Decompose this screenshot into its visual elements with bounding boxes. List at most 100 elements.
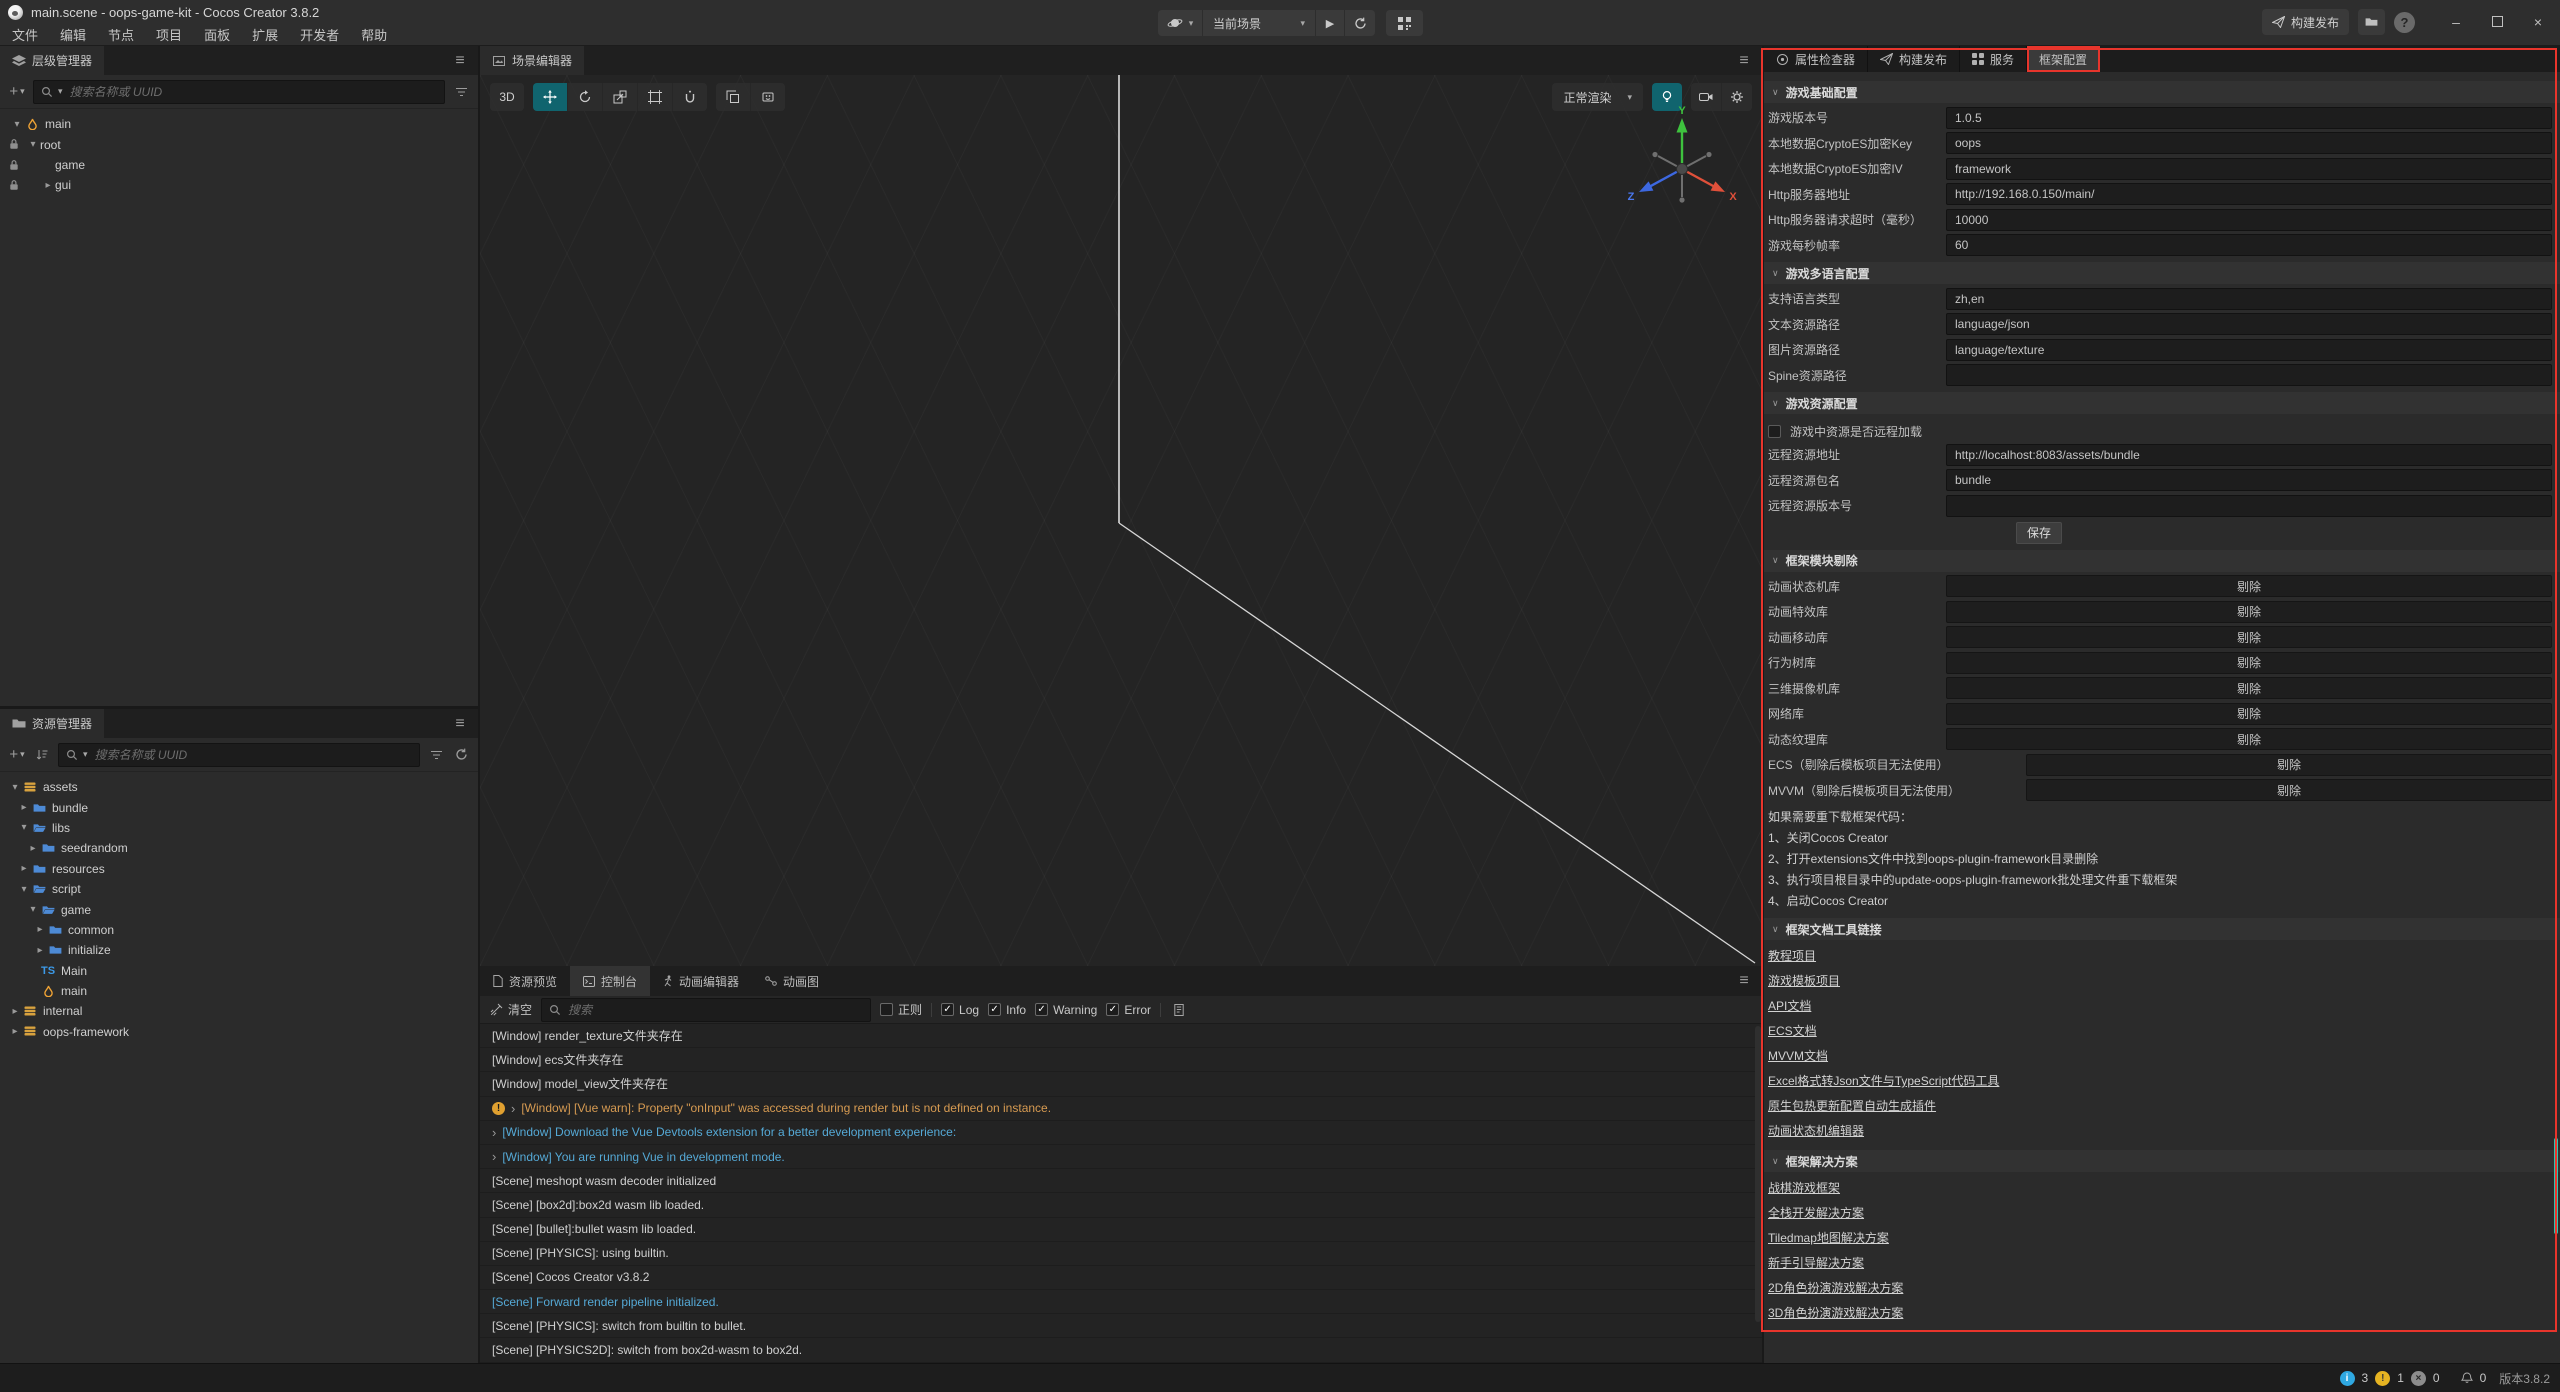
http-server-input[interactable] xyxy=(1946,183,2552,205)
filter-button[interactable] xyxy=(452,81,470,103)
chevron-down-icon[interactable] xyxy=(17,884,31,895)
bell-icon[interactable] xyxy=(2461,1372,2473,1385)
section-doc-links[interactable]: 框架文档工具链接 xyxy=(1764,918,2560,940)
info-count-icon[interactable]: i xyxy=(2340,1371,2355,1386)
remove-module-button[interactable]: 剔除 xyxy=(1946,575,2552,597)
window-maximize-button[interactable] xyxy=(2481,14,2513,30)
chevron-right-icon[interactable] xyxy=(17,802,31,813)
gizmo-display-button[interactable] xyxy=(750,83,785,111)
open-project-folder-button[interactable] xyxy=(2358,9,2385,35)
chevron-down-icon[interactable] xyxy=(26,139,40,150)
console-search[interactable] xyxy=(541,998,871,1022)
remove-module-button[interactable]: 剔除 xyxy=(1946,728,2552,750)
expand-icon[interactable] xyxy=(511,1101,515,1116)
chevron-right-icon[interactable] xyxy=(8,1006,22,1017)
menu-panel[interactable]: 面板 xyxy=(193,25,241,44)
console-clear-button[interactable]: 清空 xyxy=(490,1001,532,1018)
asset-node-oops-framework[interactable]: oops-framework xyxy=(0,1022,478,1042)
expand-icon[interactable] xyxy=(492,1149,496,1164)
chevron-down-icon[interactable] xyxy=(17,822,31,833)
expand-icon[interactable] xyxy=(492,1125,496,1140)
chevron-down-icon[interactable] xyxy=(8,782,22,793)
panel-menu-button[interactable] xyxy=(1726,966,1762,996)
tab-animation-editor[interactable]: 动画编辑器 xyxy=(650,966,752,996)
console-message[interactable]: [Scene] [PHYSICS]: using builtin. xyxy=(480,1242,1762,1266)
link-strategy-framework[interactable]: 战棋游戏框架 xyxy=(1768,1176,1840,1201)
scale-tool-button[interactable] xyxy=(602,83,637,111)
orientation-gizmo[interactable]: Y X Z xyxy=(1622,105,1742,225)
chevron-right-icon[interactable] xyxy=(33,945,47,956)
tab-animation-graph[interactable]: 动画图 xyxy=(752,966,832,996)
image-res-path-input[interactable] xyxy=(1946,339,2552,361)
move-tool-button[interactable] xyxy=(533,83,567,111)
filter-warning-checkbox[interactable]: Warning xyxy=(1035,1003,1097,1017)
section-game-resources[interactable]: 游戏资源配置 xyxy=(1764,392,2560,414)
link-ecs-docs[interactable]: ECS文档 xyxy=(1768,1019,1817,1044)
build-publish-button[interactable]: 构建发布 xyxy=(2262,9,2349,35)
panel-menu-button[interactable] xyxy=(1726,46,1762,75)
chevron-down-icon[interactable] xyxy=(10,119,24,130)
refresh-assets-button[interactable] xyxy=(452,744,470,766)
remote-res-url-input[interactable] xyxy=(1946,444,2552,466)
tab-assets[interactable]: 资源管理器 xyxy=(0,709,104,738)
window-minimize-button[interactable]: – xyxy=(2440,14,2472,30)
console-message[interactable]: [Window] render_texture文件夹存在 xyxy=(480,1024,1762,1048)
asset-node-seedrandom[interactable]: seedrandom xyxy=(0,838,478,858)
warning-count-icon[interactable]: ! xyxy=(2375,1371,2390,1386)
spine-res-path-input[interactable] xyxy=(1946,364,2552,386)
tab-framework-config[interactable]: 框架配置 xyxy=(2027,46,2100,72)
link-tutorial-project[interactable]: 教程项目 xyxy=(1768,944,1816,969)
console-message[interactable]: [Scene] Cocos Creator v3.8.2 xyxy=(480,1266,1762,1290)
filter-button[interactable] xyxy=(427,744,445,766)
link-excel-tool[interactable]: Excel格式转Json文件与TypeScript代码工具 xyxy=(1768,1069,1999,1094)
console-message[interactable]: [Scene] [PHYSICS2D]: switch from box2d-w… xyxy=(480,1338,1762,1362)
remote-load-checkbox-row[interactable]: 游戏中资源是否远程加载 xyxy=(1764,422,2560,440)
menu-file[interactable]: 文件 xyxy=(1,25,49,44)
asset-node-initialize[interactable]: initialize xyxy=(0,940,478,960)
link-animator-editor[interactable]: 动画状态机编辑器 xyxy=(1768,1119,1864,1144)
console-scrollbar[interactable] xyxy=(1755,1026,1761,1322)
chevron-right-icon[interactable] xyxy=(41,180,55,191)
console-search-input[interactable] xyxy=(566,1002,863,1018)
asset-node-script[interactable]: script xyxy=(0,879,478,899)
tree-node-game[interactable]: game xyxy=(0,155,478,175)
console-message[interactable]: [Scene] meshopt wasm decoder initialized xyxy=(480,1169,1762,1193)
remove-module-button[interactable]: 剔除 xyxy=(1946,703,2552,725)
console-message-info[interactable]: [Scene] Forward render pipeline initiali… xyxy=(480,1290,1762,1314)
game-version-input[interactable] xyxy=(1946,107,2552,129)
add-node-button[interactable]: +▾ xyxy=(8,81,26,103)
link-mvvm-docs[interactable]: MVVM文档 xyxy=(1768,1044,1828,1069)
chevron-right-icon[interactable] xyxy=(33,924,47,935)
tab-asset-preview[interactable]: 资源预览 xyxy=(480,966,570,996)
tab-property-inspector[interactable]: 属性检查器 xyxy=(1764,46,1868,72)
scene-viewport[interactable]: 3D xyxy=(480,75,1762,966)
frame-rate-input[interactable] xyxy=(1946,234,2552,256)
hierarchy-search[interactable]: ▾ xyxy=(33,80,445,104)
sort-assets-button[interactable] xyxy=(33,744,51,766)
console-log-file-button[interactable] xyxy=(1170,999,1188,1021)
console-message[interactable]: [Scene] [bullet]:bullet wasm lib loaded. xyxy=(480,1218,1762,1242)
tree-node-main[interactable]: main xyxy=(0,114,478,134)
tab-build-publish[interactable]: 构建发布 xyxy=(1868,46,1960,72)
section-multilanguage[interactable]: 游戏多语言配置 xyxy=(1764,262,2560,284)
tab-scene-editor[interactable]: 场景编辑器 xyxy=(480,46,584,75)
tab-hierarchy[interactable]: 层级管理器 xyxy=(0,46,104,75)
link-3d-rpg-solution[interactable]: 3D角色扮演游戏解决方案 xyxy=(1768,1301,1903,1326)
chevron-down-icon[interactable] xyxy=(26,904,40,915)
console-message-info[interactable]: [Window] Download the Vue Devtools exten… xyxy=(480,1121,1762,1145)
checkbox-icon[interactable] xyxy=(1768,425,1781,438)
console-message-info[interactable]: [Window] You are running Vue in developm… xyxy=(480,1145,1762,1169)
asset-node-game[interactable]: game xyxy=(0,899,478,919)
asset-node-bundle[interactable]: bundle xyxy=(0,797,478,817)
chevron-right-icon[interactable] xyxy=(26,843,40,854)
panel-menu-button[interactable] xyxy=(442,46,478,75)
tab-services[interactable]: 服务 xyxy=(1960,46,2027,72)
asset-node-internal[interactable]: internal xyxy=(0,1001,478,1021)
crypto-key-input[interactable] xyxy=(1946,132,2552,154)
save-button[interactable]: 保存 xyxy=(2016,522,2062,544)
add-asset-button[interactable]: +▾ xyxy=(8,744,26,766)
link-api-docs[interactable]: API文档 xyxy=(1768,994,1811,1019)
remove-module-button[interactable]: 剔除 xyxy=(1946,652,2552,674)
restart-button[interactable] xyxy=(1344,10,1375,36)
remove-module-button[interactable]: 剔除 xyxy=(1946,601,2552,623)
